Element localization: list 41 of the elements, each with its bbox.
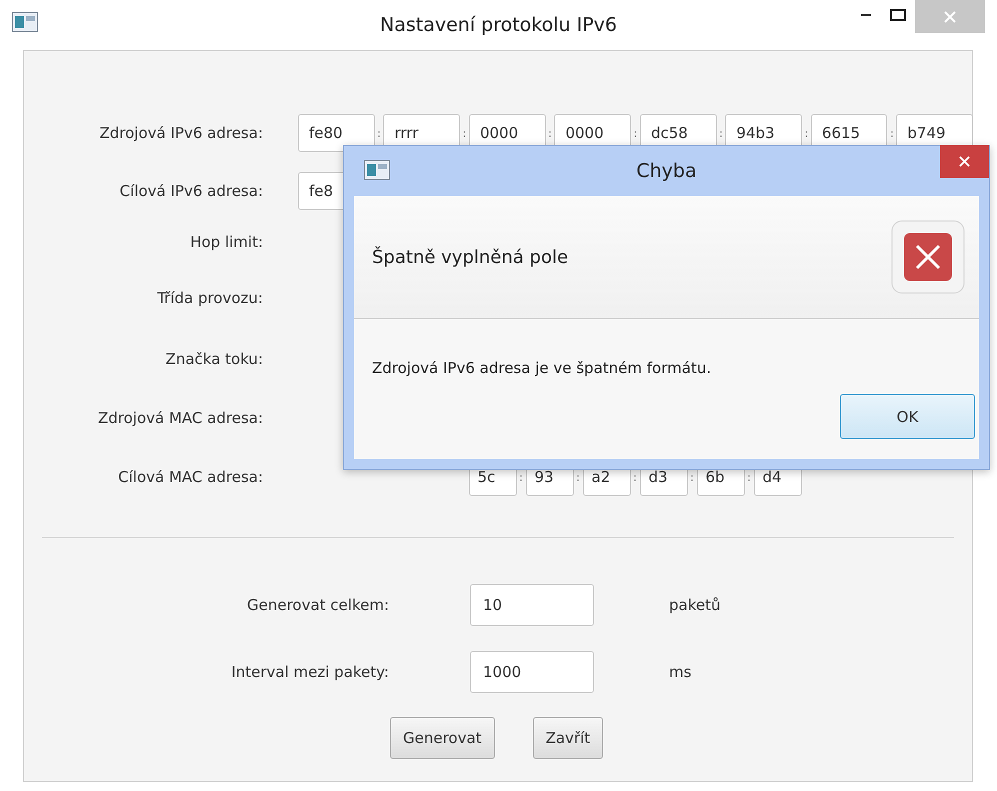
action-button[interactable]: Generovat xyxy=(390,717,495,759)
close-button[interactable] xyxy=(940,145,989,178)
field-label: Třída provozu: xyxy=(156,289,263,307)
field-label: Cílová IPv6 adresa: xyxy=(118,182,263,200)
error-message: Zdrojová IPv6 adresa je ve špatném formátu. xyxy=(372,359,712,377)
maximize-icon xyxy=(890,9,906,21)
field-label: Generovat celkem: xyxy=(246,596,389,614)
number-field[interactable]: 1000 xyxy=(470,651,594,693)
number-field[interactable]: 10 xyxy=(470,584,594,626)
unit-label: paketů xyxy=(669,596,720,614)
window-icon xyxy=(364,160,390,180)
dialog-title: Chyba xyxy=(636,160,697,182)
unit-label: ms xyxy=(669,663,692,681)
close-icon xyxy=(959,156,970,167)
field-label: Zdrojová IPv6 adresa: xyxy=(98,124,263,142)
close-icon xyxy=(944,10,956,22)
separator-colon: : xyxy=(462,126,468,140)
field-label: Zdrojová MAC adresa: xyxy=(96,408,263,426)
separator-colon: : xyxy=(575,470,581,484)
field-label: Hop limit: xyxy=(189,233,263,251)
ok-button[interactable]: OK xyxy=(840,394,975,439)
dialog-header: Špatně vyplněná pole xyxy=(372,246,568,268)
window-title: Nastavení protokolu IPv6 xyxy=(380,14,617,36)
field-label: Značka toku: xyxy=(164,350,263,368)
field-label: Cílová MAC adresa: xyxy=(117,468,263,486)
error-icon xyxy=(891,220,965,294)
minimize-icon xyxy=(861,14,871,16)
address-field[interactable]: fe80 xyxy=(298,114,375,152)
window-icon xyxy=(12,12,38,32)
separator-colon: : xyxy=(547,126,553,140)
separator-colon: : xyxy=(518,470,524,484)
separator-colon: : xyxy=(718,126,724,140)
action-button[interactable]: Zavřít xyxy=(532,717,604,759)
separator-colon: : xyxy=(376,126,382,140)
separator-colon: : xyxy=(889,126,895,140)
separator-colon: : xyxy=(632,470,638,484)
separator-colon: : xyxy=(804,126,810,140)
separator-colon: : xyxy=(746,470,752,484)
separator-colon: : xyxy=(632,126,638,140)
field-label: Interval mezi pakety: xyxy=(230,663,389,681)
separator-colon: : xyxy=(689,470,695,484)
